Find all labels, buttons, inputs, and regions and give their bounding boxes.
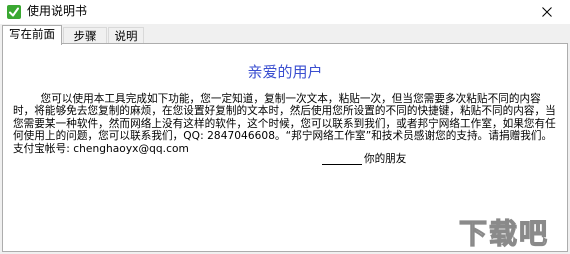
close-button[interactable] — [524, 0, 570, 24]
signature-line — [322, 155, 362, 165]
close-icon — [542, 7, 552, 17]
page-heading: 亲爱的用户 — [247, 63, 323, 81]
tab-bar: 写在前面 步骤 说明 — [0, 25, 570, 45]
tab-foreword[interactable]: 写在前面 — [2, 25, 62, 45]
signature-text: 你的朋友 — [364, 153, 407, 165]
app-icon — [6, 4, 22, 20]
title-bar: 使用说明书 — [0, 0, 570, 24]
tab-steps[interactable]: 步骤 — [63, 27, 107, 44]
window-title: 使用说明书 — [27, 4, 88, 18]
body-text: 您可以使用本工具完成如下功能，您一定知道，复制一次文本，粘贴一次，但当您需要多次… — [13, 93, 561, 155]
signature: 你的朋友 — [322, 153, 406, 165]
body-paragraph: 您可以使用本工具完成如下功能，您一定知道，复制一次文本，粘贴一次，但当您需要多次… — [13, 93, 556, 155]
app-window: 使用说明书 写在前面 步骤 说明 亲爱的用户 您可以使用本工具完成如下功能，您一… — [0, 0, 570, 254]
content-panel: 亲爱的用户 您可以使用本工具完成如下功能，您一定知道，复制一次文本，粘贴一次，但… — [2, 43, 568, 252]
tab-instructions[interactable]: 说明 — [108, 27, 144, 44]
